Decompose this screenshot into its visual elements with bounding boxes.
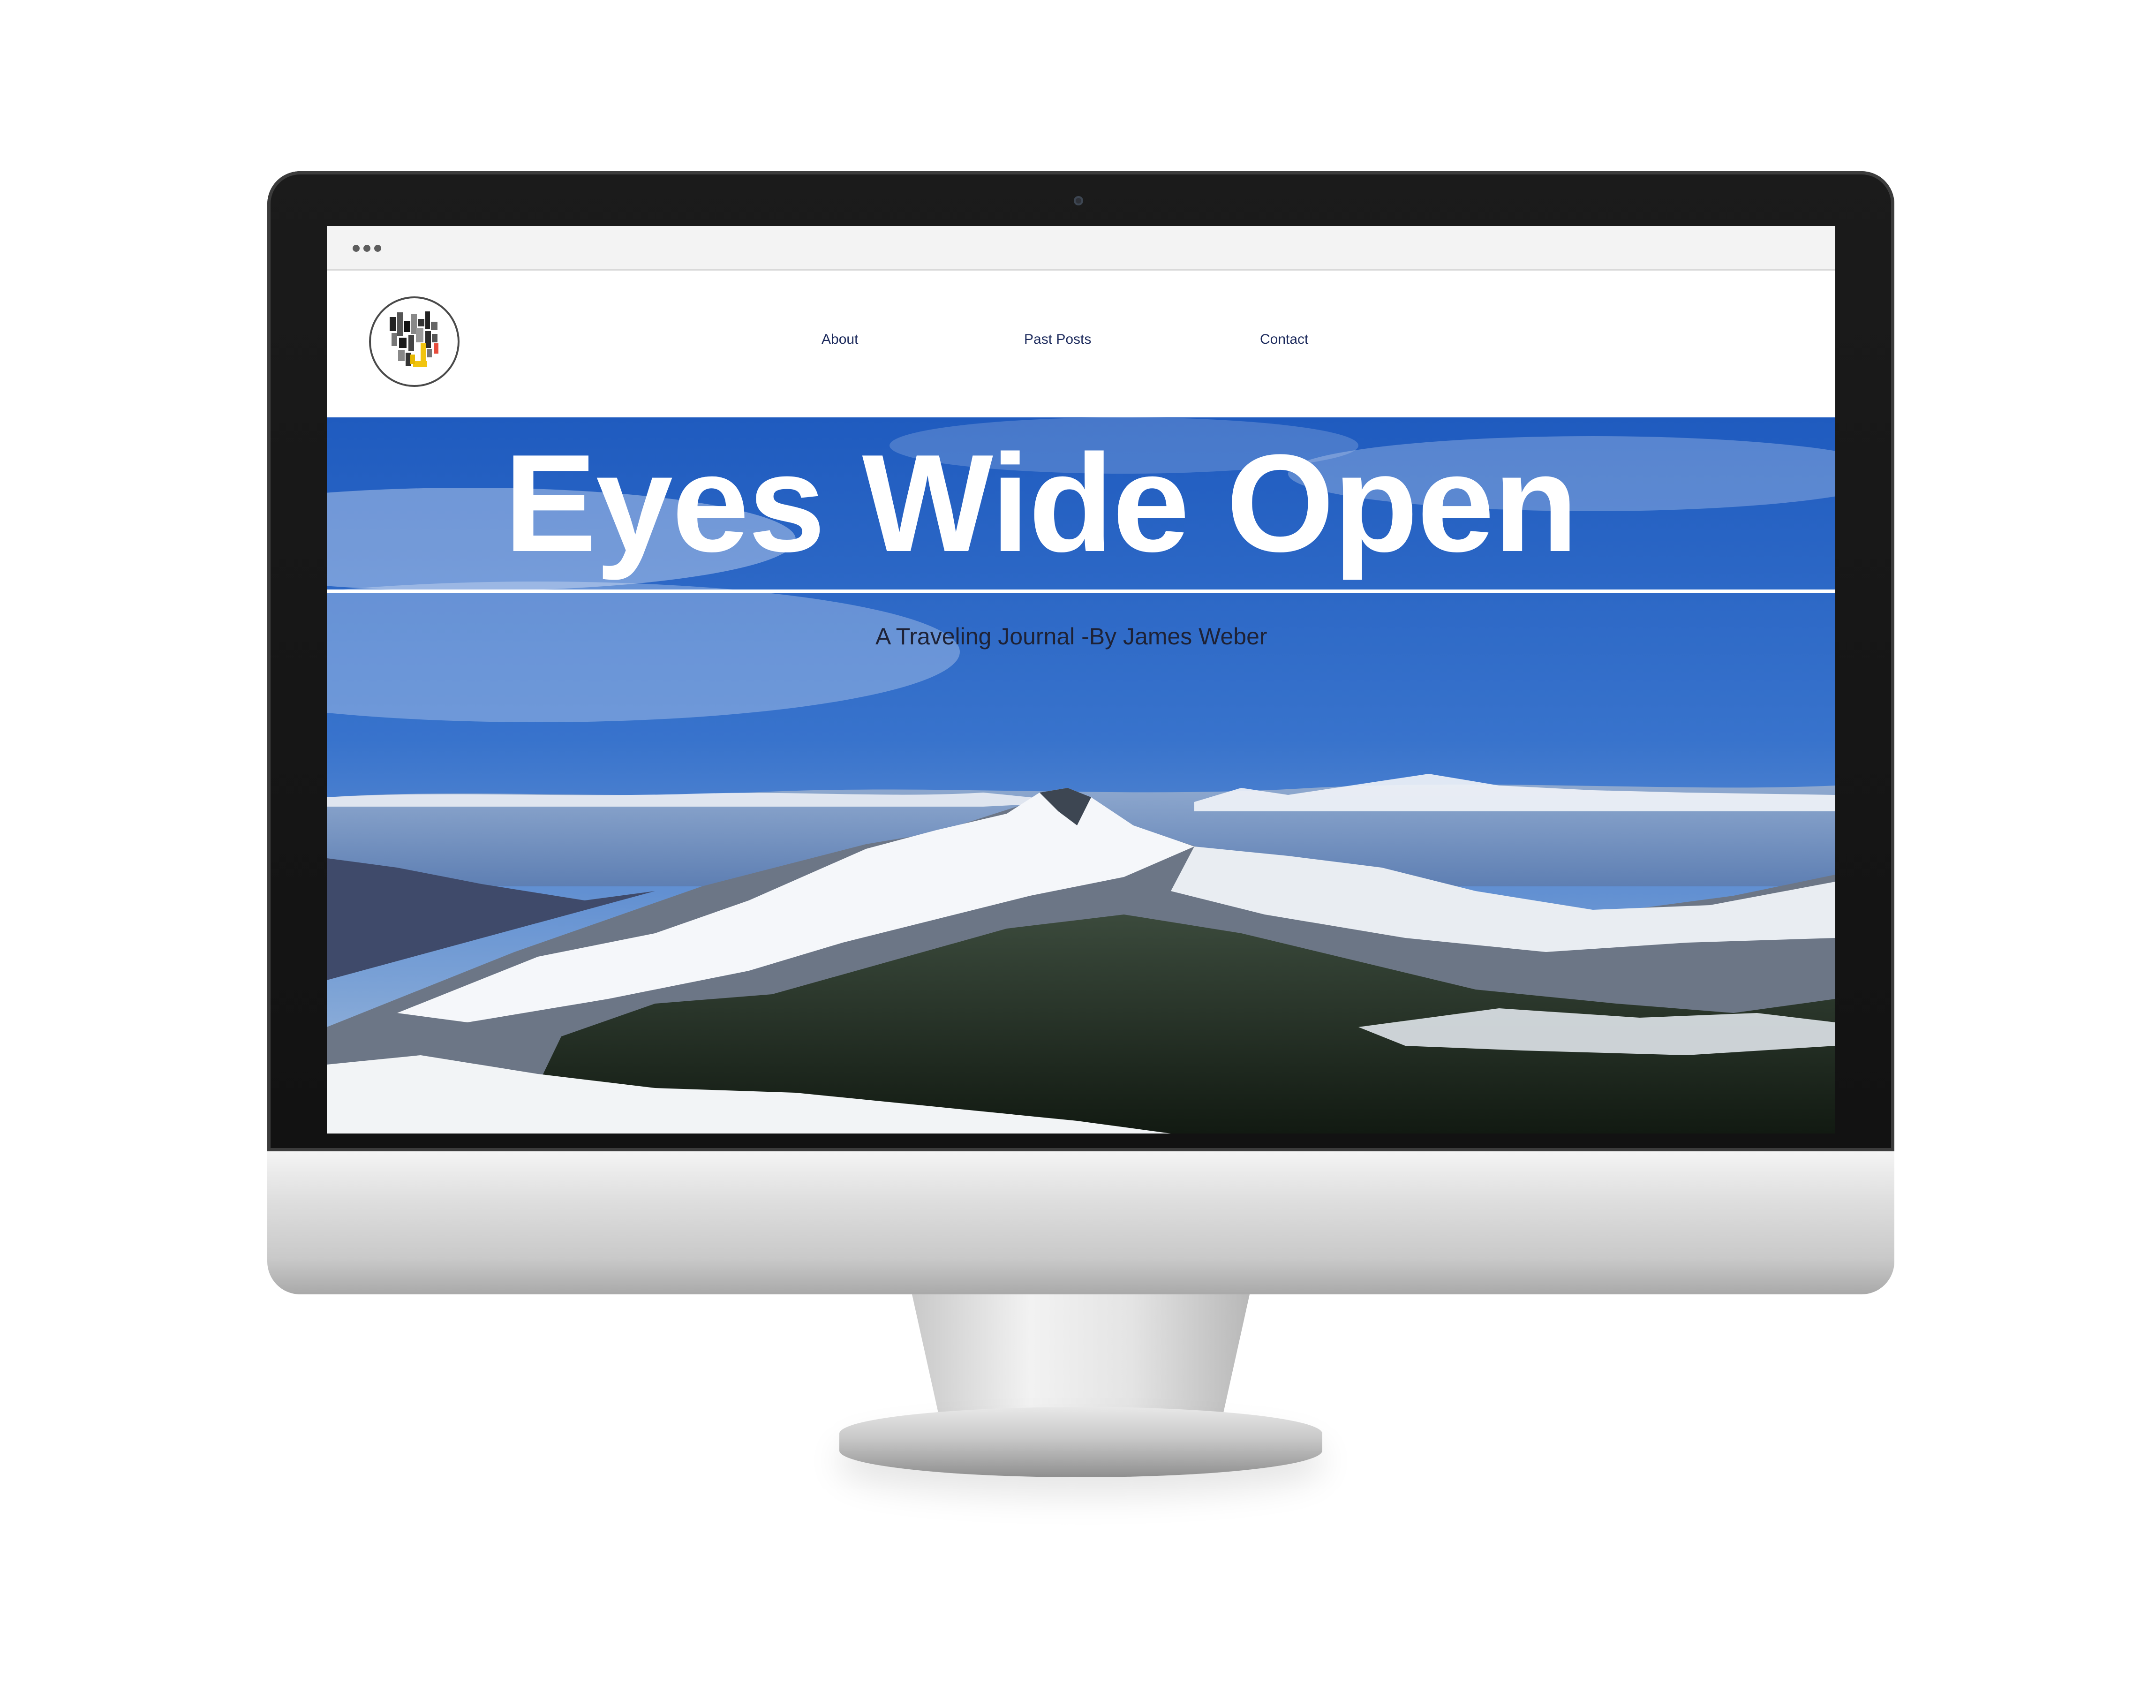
pixel-monogram-logo-icon [390,311,438,367]
nav-past-posts[interactable]: Past Posts [1024,332,1091,348]
nav-contact[interactable]: Contact [1260,332,1308,348]
monitor-stand [912,1294,1250,1416]
hero-title: Eyes Wide Open [504,425,1578,581]
monitor-stand-base [839,1407,1322,1477]
browser-toolbar [327,226,1835,271]
monitor-chin [267,1151,1894,1294]
hero-section: Eyes Wide Open A Traveling Journal -By J… [327,417,1835,1134]
hero-divider [327,589,1835,593]
hero-subtitle: A Traveling Journal -By James Weber [875,623,1267,650]
nav-about[interactable]: About [822,332,858,348]
site-logo[interactable] [369,296,460,387]
site-header: About Past Posts Contact [327,271,1835,417]
webcam-icon [1074,196,1083,205]
screen: About Past Posts Contact Eyes Wide Open … [327,226,1835,1134]
